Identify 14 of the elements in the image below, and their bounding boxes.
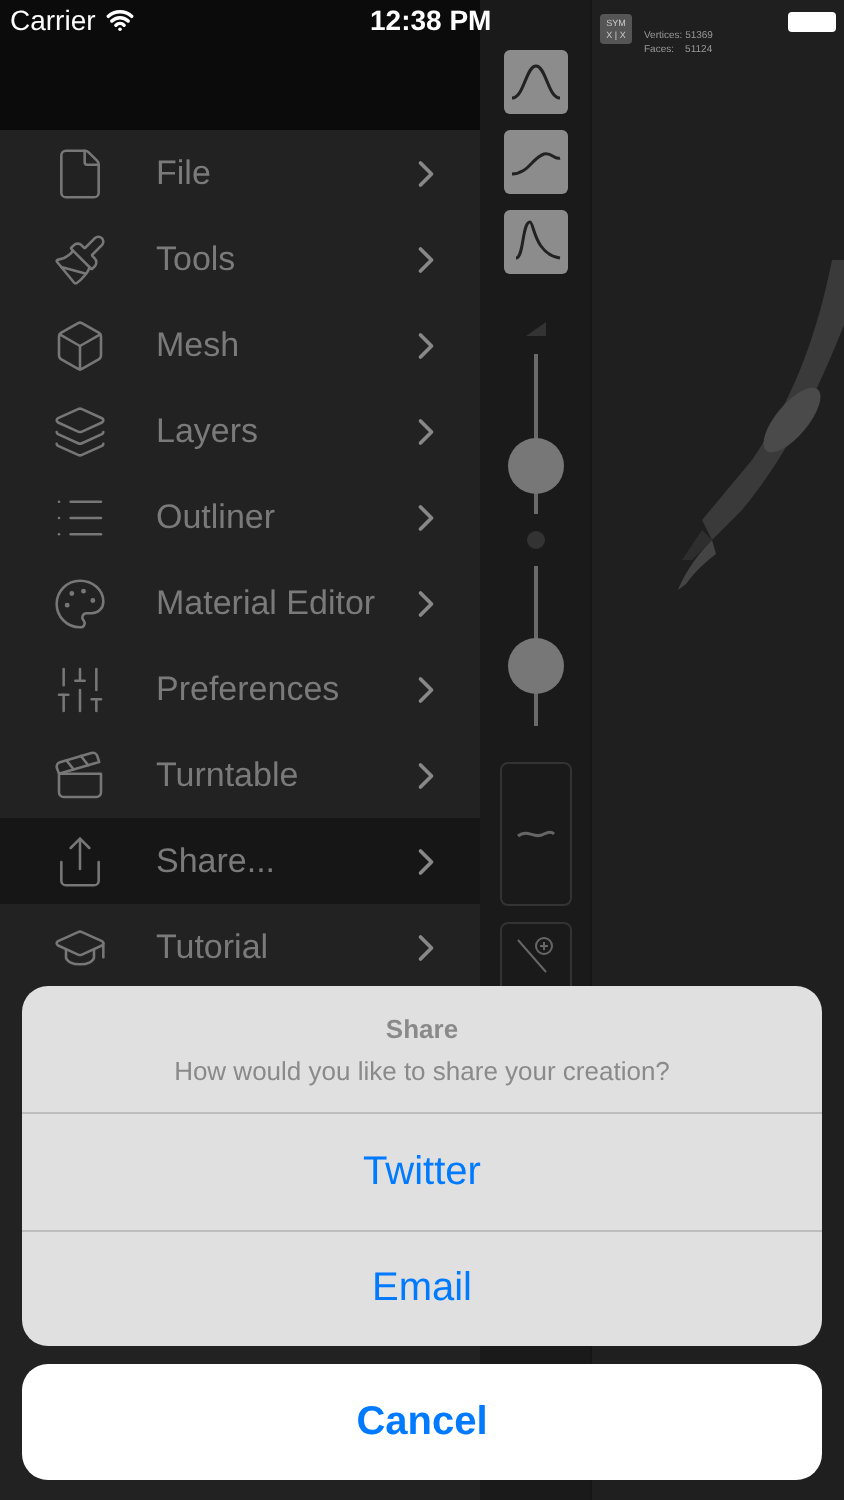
menu-label: Outliner [154,497,278,537]
menu-label: Layers [154,411,261,451]
sheet-message: How would you like to share your creation? [174,1055,670,1085]
menu-label: Share... [154,841,278,881]
carrier-name: Carrier [10,4,96,36]
status-time: 12:38 PM [370,4,492,36]
menu-label: File [154,153,213,193]
menu-label: Turntable [154,755,301,795]
menu-label: Material Editor [154,583,378,623]
menu-label: Tools [154,239,238,279]
sheet-title: Share [385,1013,459,1043]
menu-label: Preferences [154,669,342,709]
menu-label: Mesh [154,325,242,365]
menu-label: Tutorial [154,927,271,967]
